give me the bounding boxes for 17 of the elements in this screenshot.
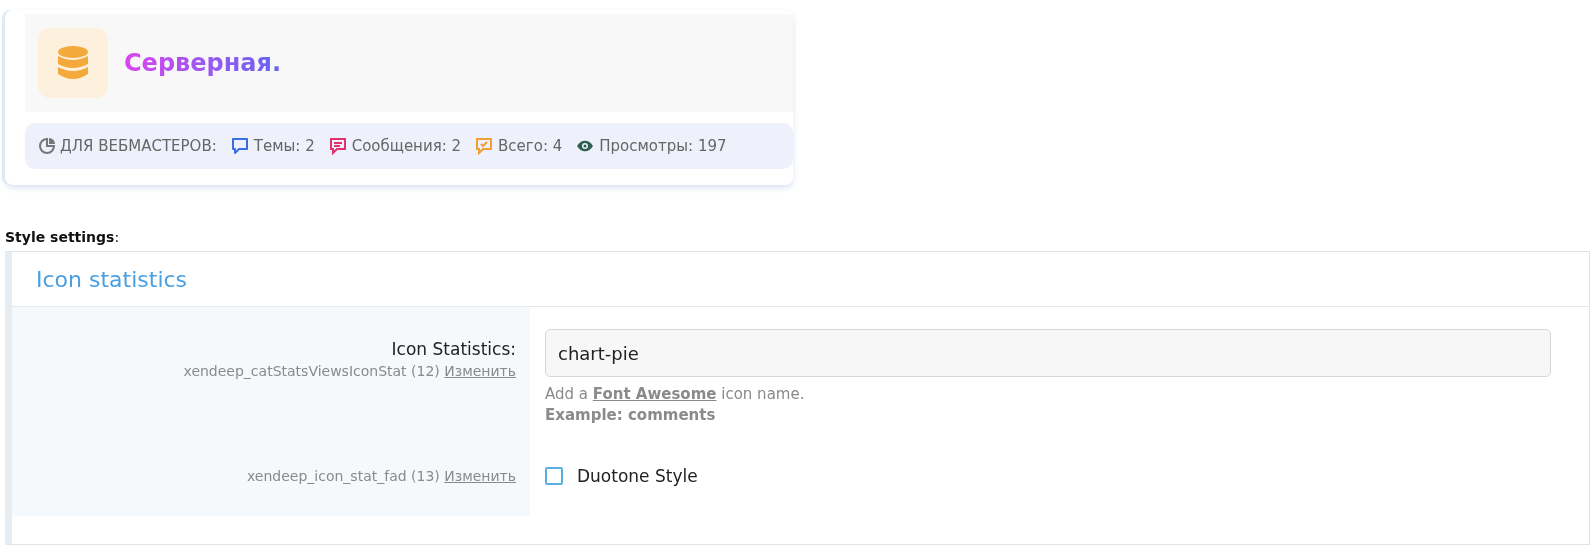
stat-label: ДЛЯ ВЕБМАСТЕРОВ:	[60, 137, 217, 155]
stat-label: Просмотры: 197	[599, 137, 727, 155]
section-heading: Style settings:	[5, 229, 121, 245]
stat-label: Темы: 2	[253, 137, 315, 155]
icon-name-field[interactable]: chart-pie	[545, 329, 1551, 377]
checkbox-label[interactable]: Duotone Style	[577, 466, 698, 486]
stat-label: Сообщения: 2	[351, 137, 462, 155]
checkbox[interactable]	[545, 467, 563, 485]
field-hint: Add a Font Awesome icon name.	[545, 385, 806, 403]
option-key: xendeep_icon_stat_fad (13) Изменить	[247, 468, 516, 484]
option-label: Icon Statistics:	[391, 339, 516, 359]
option-key: xendeep_catStatsViewsIconStat (12) Изменить	[183, 363, 516, 379]
stat-label: Всего: 4	[498, 137, 563, 155]
field-example: Example: comments	[545, 406, 717, 424]
database-icon	[58, 46, 88, 80]
edit-link[interactable]: Изменить	[444, 468, 516, 484]
edit-link[interactable]: Изменить	[444, 363, 516, 379]
